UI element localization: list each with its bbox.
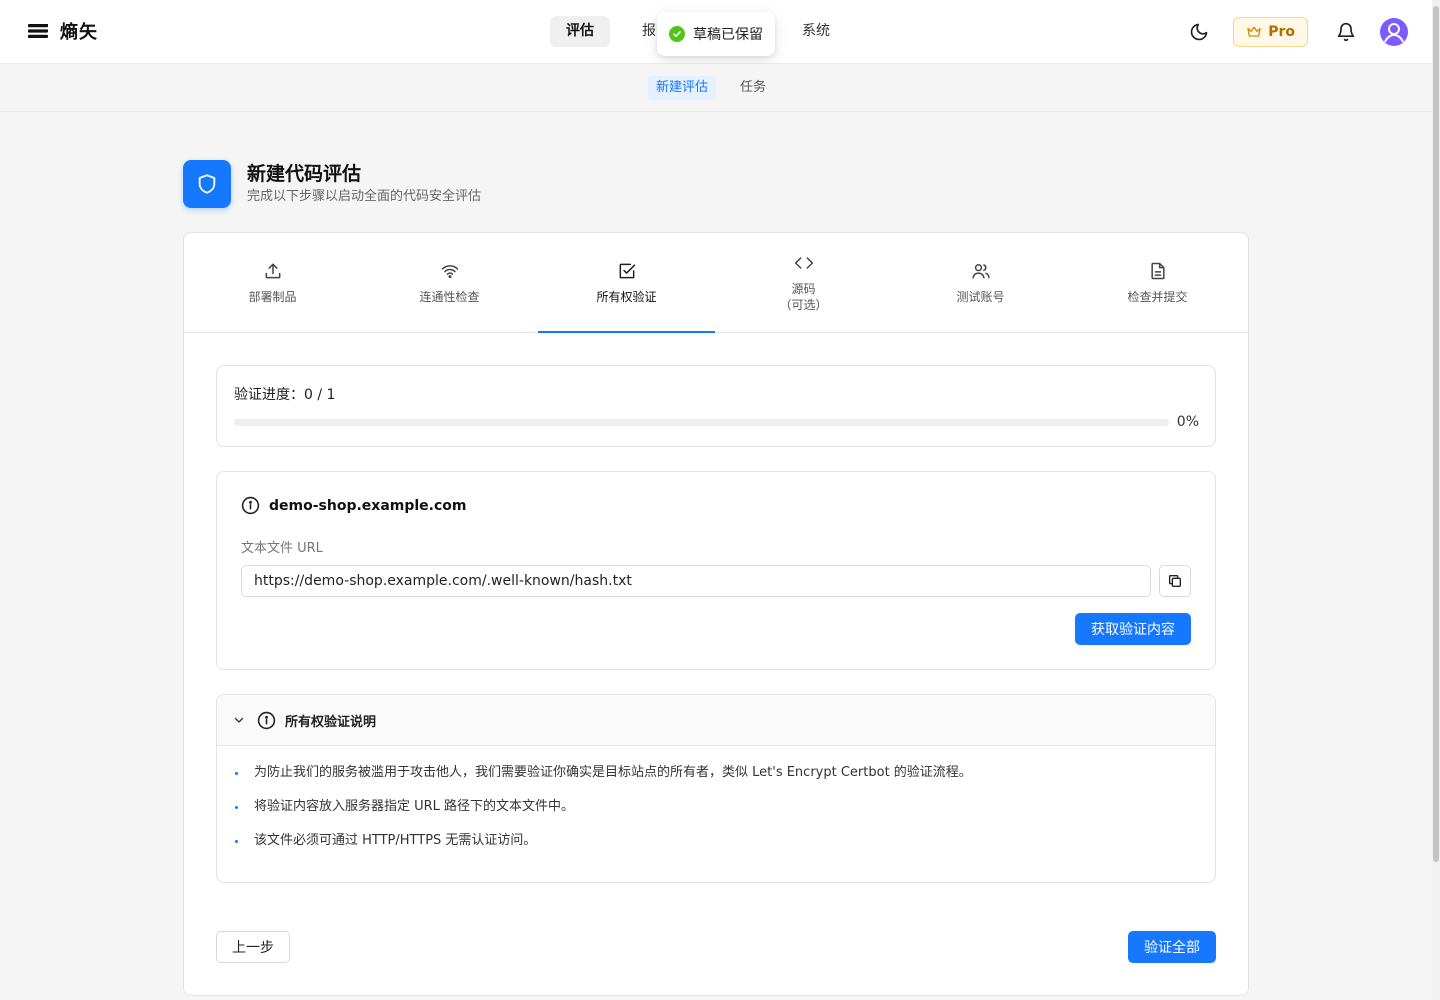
- step-review-submit[interactable]: 检查并提交: [1069, 233, 1246, 332]
- step-ownership-verification[interactable]: 所有权验证: [538, 233, 715, 333]
- logo-icon: [28, 24, 48, 38]
- step-label: 部署制品: [248, 289, 297, 304]
- shield-icon: [183, 160, 231, 208]
- fetch-verification-content-button[interactable]: 获取验证内容: [1075, 613, 1191, 645]
- explanation-list: 为防止我们的服务被滥用于攻击他人，我们需要验证你确实是目标站点的所有者，类似 L…: [233, 761, 972, 863]
- step-deploy-artifact[interactable]: 部署制品: [184, 233, 361, 332]
- step-label: 测试账号: [956, 289, 1005, 304]
- step-label: 源码: [791, 281, 816, 296]
- page-scrollbar[interactable]: [1432, 0, 1440, 1000]
- info-icon: [241, 496, 260, 515]
- ownership-explanation-panel: 所有权验证说明 为防止我们的服务被滥用于攻击他人，我们需要验证你确实是目标站点的…: [216, 694, 1216, 883]
- moon-icon: [1190, 23, 1208, 41]
- step-source-code[interactable]: 源码 （可选）: [715, 233, 892, 332]
- checkbox-icon: [617, 261, 637, 281]
- sub-nav-bar: 新建评估 任务: [0, 64, 1432, 112]
- page-subtitle: 完成以下步骤以启动全面的代码安全评估: [247, 189, 482, 204]
- progress-percent: 0%: [1176, 414, 1199, 430]
- chevron-down-icon: [233, 714, 245, 726]
- theme-toggle-button[interactable]: [1183, 16, 1215, 48]
- list-item: 该文件必须可通过 HTTP/HTTPS 无需认证访问。: [233, 829, 972, 863]
- avatar[interactable]: [1380, 18, 1408, 46]
- nav-item-system[interactable]: 系统: [786, 16, 846, 47]
- page-title: 新建代码评估: [247, 163, 362, 185]
- step-test-accounts[interactable]: 测试账号: [892, 233, 1069, 332]
- crown-icon: [1247, 26, 1261, 37]
- subnav-item-new-assessment[interactable]: 新建评估: [648, 76, 717, 100]
- previous-step-button[interactable]: 上一步: [216, 931, 290, 963]
- app-name: 熵矢: [60, 22, 98, 43]
- notifications-button[interactable]: [1330, 16, 1362, 48]
- step-label: 检查并提交: [1127, 289, 1188, 304]
- header-tools: Pro: [1183, 16, 1408, 48]
- sub-nav: 新建评估 任务: [648, 76, 774, 100]
- user-icon: [1384, 23, 1404, 43]
- nav-item-assess[interactable]: 评估: [550, 16, 610, 47]
- pro-label: Pro: [1268, 24, 1295, 40]
- scrollbar-thumb[interactable]: [1433, 6, 1439, 862]
- check-circle-icon: [669, 26, 685, 42]
- copy-url-button[interactable]: [1159, 565, 1191, 597]
- toast-notification: 草稿已保留: [657, 12, 775, 56]
- step-label: 所有权验证: [596, 289, 657, 304]
- list-item: 将验证内容放入服务器指定 URL 路径下的文本文件中。: [233, 795, 972, 829]
- url-field-label: 文本文件 URL: [241, 541, 323, 556]
- upload-icon: [263, 261, 283, 281]
- copy-icon: [1169, 575, 1181, 587]
- step-label: 连通性检查: [419, 289, 480, 304]
- toast-text: 草稿已保留: [693, 27, 763, 43]
- info-icon: [257, 711, 276, 730]
- step-tabs: 部署制品 连通性检查 所有权验证 源码 （可选） 测试账号 检查并提交: [184, 233, 1248, 333]
- subnav-item-tasks[interactable]: 任务: [732, 76, 774, 100]
- domain-verification-panel: demo-shop.example.com 文本文件 URL 获取验证内容: [216, 471, 1216, 670]
- step-connectivity-check[interactable]: 连通性检查: [361, 233, 538, 332]
- wifi-icon: [440, 261, 460, 281]
- pro-badge[interactable]: Pro: [1233, 17, 1308, 47]
- verification-url-input[interactable]: [241, 565, 1151, 597]
- assessment-card: 部署制品 连通性检查 所有权验证 源码 （可选） 测试账号 检查并提交 验证进度…: [183, 232, 1249, 996]
- progress-label: 验证进度：0 / 1: [234, 387, 336, 403]
- app-logo[interactable]: 熵矢: [26, 18, 98, 44]
- step-label-optional: （可选）: [779, 297, 828, 312]
- verification-progress-panel: 验证进度：0 / 1 0%: [216, 365, 1216, 447]
- page-header: 新建代码评估 完成以下步骤以启动全面的代码安全评估: [183, 160, 481, 208]
- verify-all-button[interactable]: 验证全部: [1128, 931, 1216, 963]
- document-icon: [1148, 261, 1168, 281]
- domain-name: demo-shop.example.com: [269, 497, 467, 514]
- list-item: 为防止我们的服务被滥用于攻击他人，我们需要验证你确实是目标站点的所有者，类似 L…: [233, 761, 972, 795]
- progress-bar: [234, 419, 1169, 426]
- domain-header: demo-shop.example.com: [241, 496, 467, 515]
- users-icon: [971, 261, 991, 281]
- code-icon: [794, 253, 814, 273]
- bell-icon: [1337, 22, 1355, 42]
- explanation-title: 所有权验证说明: [285, 714, 377, 730]
- explanation-header[interactable]: 所有权验证说明: [217, 695, 1215, 746]
